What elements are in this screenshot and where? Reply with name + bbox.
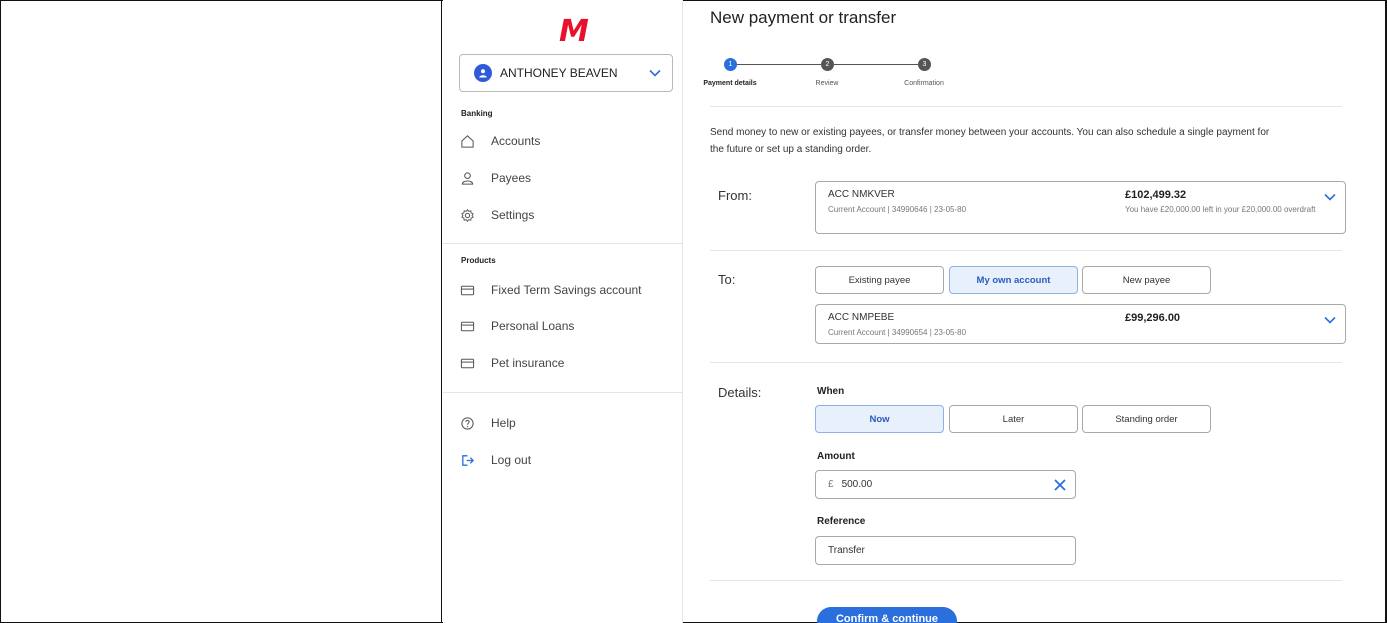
chevron-down-icon	[1324, 193, 1336, 201]
to-account-name: ACC NMPEBE	[828, 312, 895, 323]
sidebar: M ANTHONEY BEAVEN Banking Accounts Payee…	[443, 0, 683, 623]
sidebar-item-logout[interactable]: Log out	[459, 452, 531, 468]
when-label: When	[817, 386, 845, 397]
user-avatar-icon	[474, 64, 492, 82]
to-account-selector[interactable]: ACC NMPEBE Current Account | 34990654 | …	[815, 304, 1346, 344]
section-divider	[710, 250, 1342, 251]
to-account-details: Current Account | 34990654 | 23-05-80	[828, 328, 967, 337]
step-3-label: Confirmation	[904, 80, 944, 87]
card-icon	[459, 282, 475, 298]
step-3-indicator: 3	[918, 58, 931, 71]
reference-input[interactable]: Transfer	[815, 536, 1076, 565]
products-section-title: Products	[461, 256, 496, 265]
amount-value: 500.00	[841, 479, 873, 490]
card-icon	[459, 355, 475, 371]
person-icon	[459, 170, 475, 186]
section-divider	[710, 106, 1342, 107]
amount-input[interactable]: £ 500.00	[815, 470, 1076, 499]
chevron-down-icon	[649, 69, 661, 77]
help-icon	[459, 415, 475, 431]
sidebar-item-label: Fixed Term Savings account	[491, 283, 642, 297]
sidebar-item-fixed-term-savings[interactable]: Fixed Term Savings account	[459, 282, 642, 298]
sidebar-item-label: Payees	[491, 171, 532, 185]
step-2-label: Review	[815, 80, 839, 87]
sidebar-divider	[443, 392, 683, 393]
step-connector	[737, 64, 821, 65]
new-payee-button[interactable]: New payee	[1082, 266, 1211, 294]
sidebar-item-label: Settings	[491, 208, 535, 222]
account-holder-name: ANTHONEY BEAVEN	[500, 66, 618, 80]
from-account-balance: £102,499.32	[1125, 189, 1187, 201]
sidebar-item-label: Help	[491, 416, 516, 430]
banking-section-title: Banking	[461, 109, 493, 118]
sidebar-divider	[443, 243, 683, 244]
sidebar-item-payees[interactable]: Payees	[459, 170, 531, 186]
from-account-details: Current Account | 34990646 | 23-05-80	[828, 205, 967, 214]
step-connector	[834, 64, 918, 65]
step-1-label: Payment details	[703, 80, 757, 87]
existing-payee-button[interactable]: Existing payee	[815, 266, 944, 294]
sidebar-item-accounts[interactable]: Accounts	[459, 133, 540, 149]
chevron-down-icon	[1324, 316, 1336, 324]
home-icon	[459, 133, 475, 149]
sidebar-item-pet-insurance[interactable]: Pet insurance	[459, 355, 564, 371]
section-divider	[710, 580, 1342, 581]
frame-divider-right	[1385, 0, 1386, 623]
step-2-indicator: 2	[821, 58, 834, 71]
sidebar-item-label: Log out	[491, 453, 532, 467]
sidebar-item-label: Personal Loans	[491, 319, 575, 333]
account-holder-selector[interactable]: ANTHONEY BEAVEN	[459, 54, 673, 92]
sidebar-item-label: Accounts	[491, 134, 541, 148]
page-title: New payment or transfer	[710, 8, 897, 27]
currency-symbol: £	[828, 479, 834, 490]
from-account-selector[interactable]: ACC NMKVER Current Account | 34990646 | …	[815, 181, 1346, 234]
details-label: Details:	[718, 385, 762, 400]
my-own-account-button[interactable]: My own account	[949, 266, 1078, 294]
sidebar-item-help[interactable]: Help	[459, 415, 516, 431]
clear-icon[interactable]	[1053, 478, 1067, 492]
sidebar-item-settings[interactable]: Settings	[459, 207, 534, 223]
gear-icon	[459, 207, 475, 223]
section-divider	[710, 362, 1342, 363]
frame-divider-left	[441, 0, 442, 623]
card-icon	[459, 318, 475, 334]
sidebar-item-personal-loans[interactable]: Personal Loans	[459, 318, 574, 334]
to-label: To:	[718, 272, 736, 287]
logout-icon	[459, 452, 475, 468]
from-account-name: ACC NMKVER	[828, 189, 895, 200]
confirm-continue-button[interactable]: Confirm & continue	[817, 607, 957, 623]
reference-label: Reference	[817, 516, 866, 527]
main-content: New payment or transfer 1 2 3 Payment de…	[684, 0, 1384, 623]
when-standing-order-button[interactable]: Standing order	[1082, 405, 1211, 433]
overdraft-note: You have £20,000.00 left in your £20,000…	[1125, 205, 1316, 214]
progress-stepper: 1 2 3 Payment details Review Confirmatio…	[703, 58, 1004, 98]
intro-text: Send money to new or existing payees, or…	[710, 127, 1270, 155]
from-label: From:	[718, 188, 752, 203]
to-account-balance: £99,296.00	[1125, 312, 1181, 324]
amount-label: Amount	[817, 451, 855, 462]
reference-value: Transfer	[828, 545, 865, 556]
when-now-button[interactable]: Now	[815, 405, 944, 433]
when-later-button[interactable]: Later	[949, 405, 1078, 433]
step-1-indicator: 1	[724, 58, 737, 71]
sidebar-item-label: Pet insurance	[491, 356, 565, 370]
brand-logo[interactable]: M	[559, 14, 589, 49]
